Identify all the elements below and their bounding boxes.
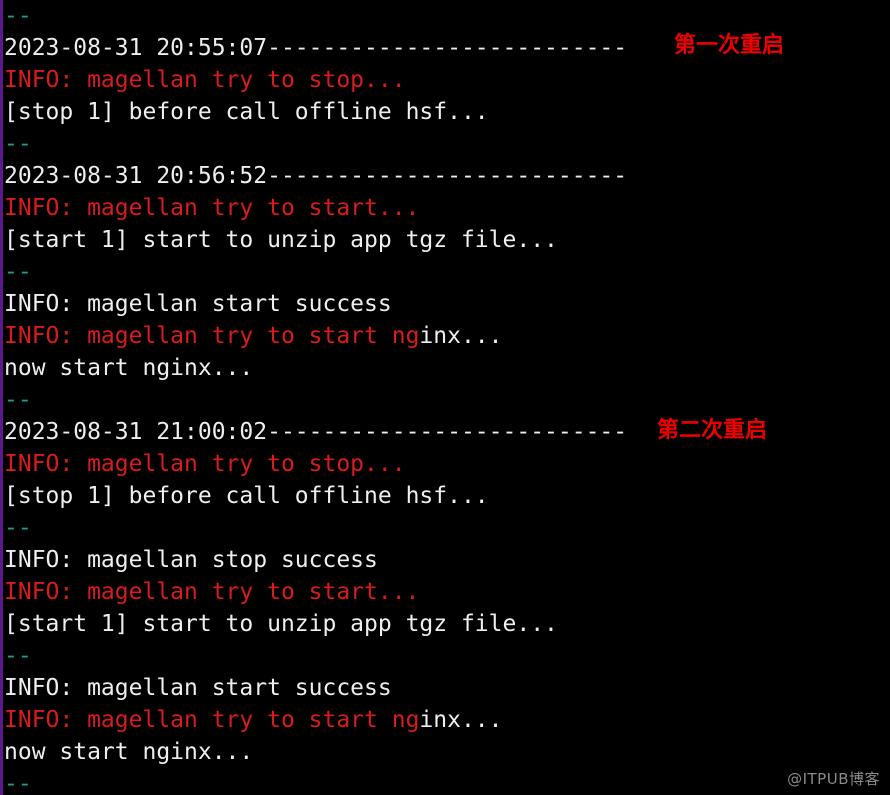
annotation-first-restart: 第一次重启 bbox=[674, 33, 785, 58]
log-line: INFO: magellan stop success bbox=[0, 544, 890, 576]
log-line: INFO: magellan try to start... bbox=[0, 576, 890, 608]
log-line-segment: -- bbox=[4, 259, 32, 285]
log-line: [start 1] start to unzip app tgz file... bbox=[0, 224, 890, 256]
terminal-screenshot: -- 2023-08-31 20:55:07-------------------… bbox=[0, 0, 890, 795]
log-line-segment: [start 1] start to unzip app tgz file... bbox=[4, 227, 558, 253]
log-line: now start nginx... bbox=[0, 736, 890, 768]
log-line: INFO: magellan try to stop... bbox=[0, 64, 890, 96]
log-line-segment: now start nginx... bbox=[4, 739, 254, 765]
log-line-segment: INFO: magellan try to start... bbox=[4, 579, 420, 605]
annotation-second-restart: 第二次重启 bbox=[657, 418, 768, 443]
log-line-segment: INFO: magellan try to start ng bbox=[4, 707, 420, 733]
log-line: now start nginx... bbox=[0, 352, 890, 384]
log-line-segment: -- bbox=[4, 643, 32, 669]
log-line: [stop 1] before call offline hsf... bbox=[0, 96, 890, 128]
log-line-segment: [start 1] start to unzip app tgz file... bbox=[4, 611, 558, 637]
log-line-segment: -- bbox=[4, 131, 32, 157]
log-line-segment: INFO: magellan start success bbox=[4, 675, 392, 701]
log-line: INFO: magellan try to start nginx... bbox=[0, 320, 890, 352]
log-separator-line: -- bbox=[0, 768, 890, 795]
terminal-left-edge-strip bbox=[0, 0, 3, 795]
log-line-segment: -- bbox=[4, 387, 32, 413]
log-line: 2023-08-31 20:56:52---------------------… bbox=[0, 160, 890, 192]
terminal-log-output: -- 2023-08-31 20:55:07-------------------… bbox=[0, 0, 890, 795]
log-separator-line: -- bbox=[0, 128, 890, 160]
log-line: INFO: magellan try to stop... bbox=[0, 448, 890, 480]
log-line-segment: [stop 1] before call offline hsf... bbox=[4, 99, 489, 125]
watermark: @ITPUB博客 bbox=[787, 770, 880, 788]
log-line-segment: 2023-08-31 20:55:07---------------------… bbox=[4, 35, 628, 61]
log-separator-line: -- bbox=[0, 384, 890, 416]
log-line-segment: -- bbox=[4, 515, 32, 541]
log-separator-line: -- bbox=[0, 640, 890, 672]
log-line: INFO: magellan try to start nginx... bbox=[0, 704, 890, 736]
log-line-segment: now start nginx... bbox=[4, 355, 254, 381]
log-line-segment: 2023-08-31 21:00:02---------------------… bbox=[4, 419, 628, 445]
log-line-segment: INFO: magellan stop success bbox=[4, 547, 378, 573]
log-line-segment: INFO: magellan try to start... bbox=[4, 195, 420, 221]
log-line-segment: -- bbox=[4, 771, 32, 795]
log-separator-line: -- bbox=[0, 0, 890, 32]
log-separator-line: -- bbox=[0, 512, 890, 544]
log-line-segment: inx... bbox=[419, 707, 503, 733]
log-line-segment: -- bbox=[4, 3, 32, 29]
log-line-segment: INFO: magellan start success bbox=[4, 291, 392, 317]
log-line: INFO: magellan start success bbox=[0, 288, 890, 320]
log-line: INFO: magellan start success bbox=[0, 672, 890, 704]
log-line-segment: inx... bbox=[419, 323, 503, 349]
log-line: [stop 1] before call offline hsf... bbox=[0, 480, 890, 512]
log-line: [start 1] start to unzip app tgz file... bbox=[0, 608, 890, 640]
log-line-segment: 2023-08-31 20:56:52---------------------… bbox=[4, 163, 628, 189]
log-line-segment: INFO: magellan try to start ng bbox=[4, 323, 420, 349]
log-line-segment: [stop 1] before call offline hsf... bbox=[4, 483, 489, 509]
log-separator-line: -- bbox=[0, 256, 890, 288]
log-line-segment: INFO: magellan try to stop... bbox=[4, 67, 406, 93]
log-line-segment: INFO: magellan try to stop... bbox=[4, 451, 406, 477]
log-line: INFO: magellan try to start... bbox=[0, 192, 890, 224]
